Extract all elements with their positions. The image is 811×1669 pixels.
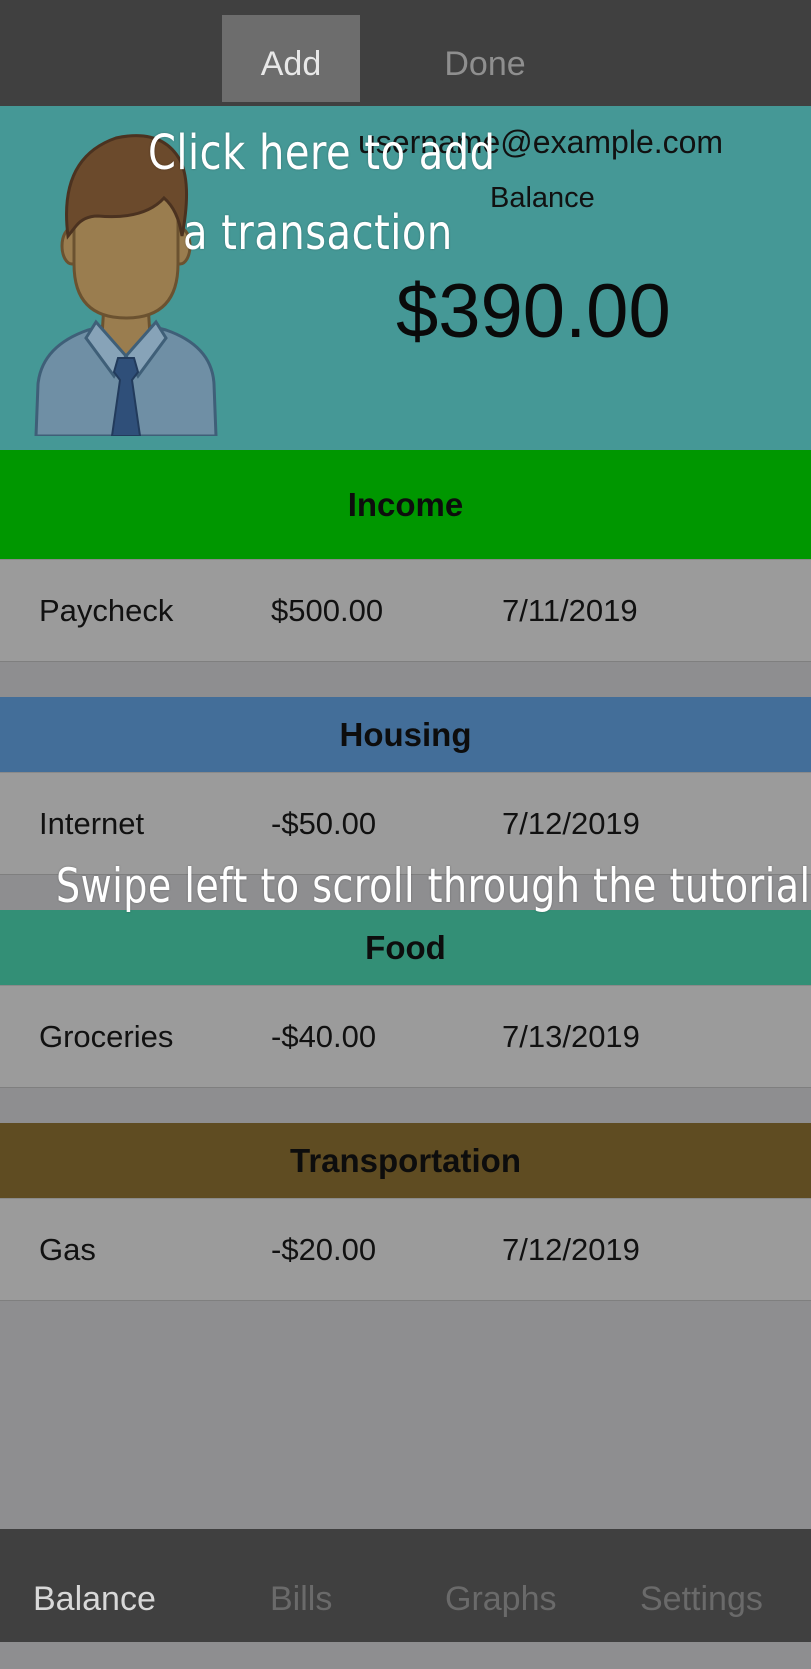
transaction-amount: -$20.00 [271, 1232, 377, 1267]
transaction-date: 7/11/2019 [502, 593, 638, 628]
transaction-name: Gas [39, 1232, 96, 1267]
transaction-amount: -$40.00 [271, 1019, 377, 1054]
tab-graphs[interactable]: Graphs [445, 1529, 557, 1669]
transaction-row[interactable]: Groceries -$40.00 7/13/2019 [0, 985, 811, 1088]
transaction-name: Paycheck [39, 593, 174, 628]
transaction-date: 7/12/2019 [502, 1232, 640, 1267]
tab-bar: Balance Bills Graphs Settings [0, 1529, 811, 1642]
tutorial-add-hint-line2: a transaction [183, 206, 453, 262]
section-header-food: Food [0, 910, 811, 985]
tab-balance[interactable]: Balance [33, 1529, 156, 1669]
navigation-bar: Add Done [0, 0, 811, 106]
section-header-income: Income [0, 450, 811, 559]
balance-amount: $390.00 [396, 269, 671, 354]
transaction-amount: $500.00 [271, 593, 384, 628]
transaction-name: Groceries [39, 1019, 174, 1054]
tutorial-swipe-hint: Swipe left to scroll through the tutoria… [56, 858, 811, 913]
tab-settings[interactable]: Settings [640, 1529, 763, 1669]
add-transaction-button[interactable]: Add [222, 15, 360, 102]
section-header-housing: Housing [0, 697, 811, 772]
section-header-transportation: Transportation [0, 1123, 811, 1198]
done-button[interactable]: Done [416, 15, 554, 102]
tutorial-add-hint-line1: Click here to add [148, 126, 496, 182]
transaction-date: 7/13/2019 [502, 1019, 640, 1054]
transaction-row[interactable]: Gas -$20.00 7/12/2019 [0, 1198, 811, 1301]
transaction-row[interactable]: Paycheck $500.00 7/11/2019 [0, 559, 811, 662]
tab-bills[interactable]: Bills [270, 1529, 332, 1669]
balance-label: Balance [490, 182, 595, 214]
